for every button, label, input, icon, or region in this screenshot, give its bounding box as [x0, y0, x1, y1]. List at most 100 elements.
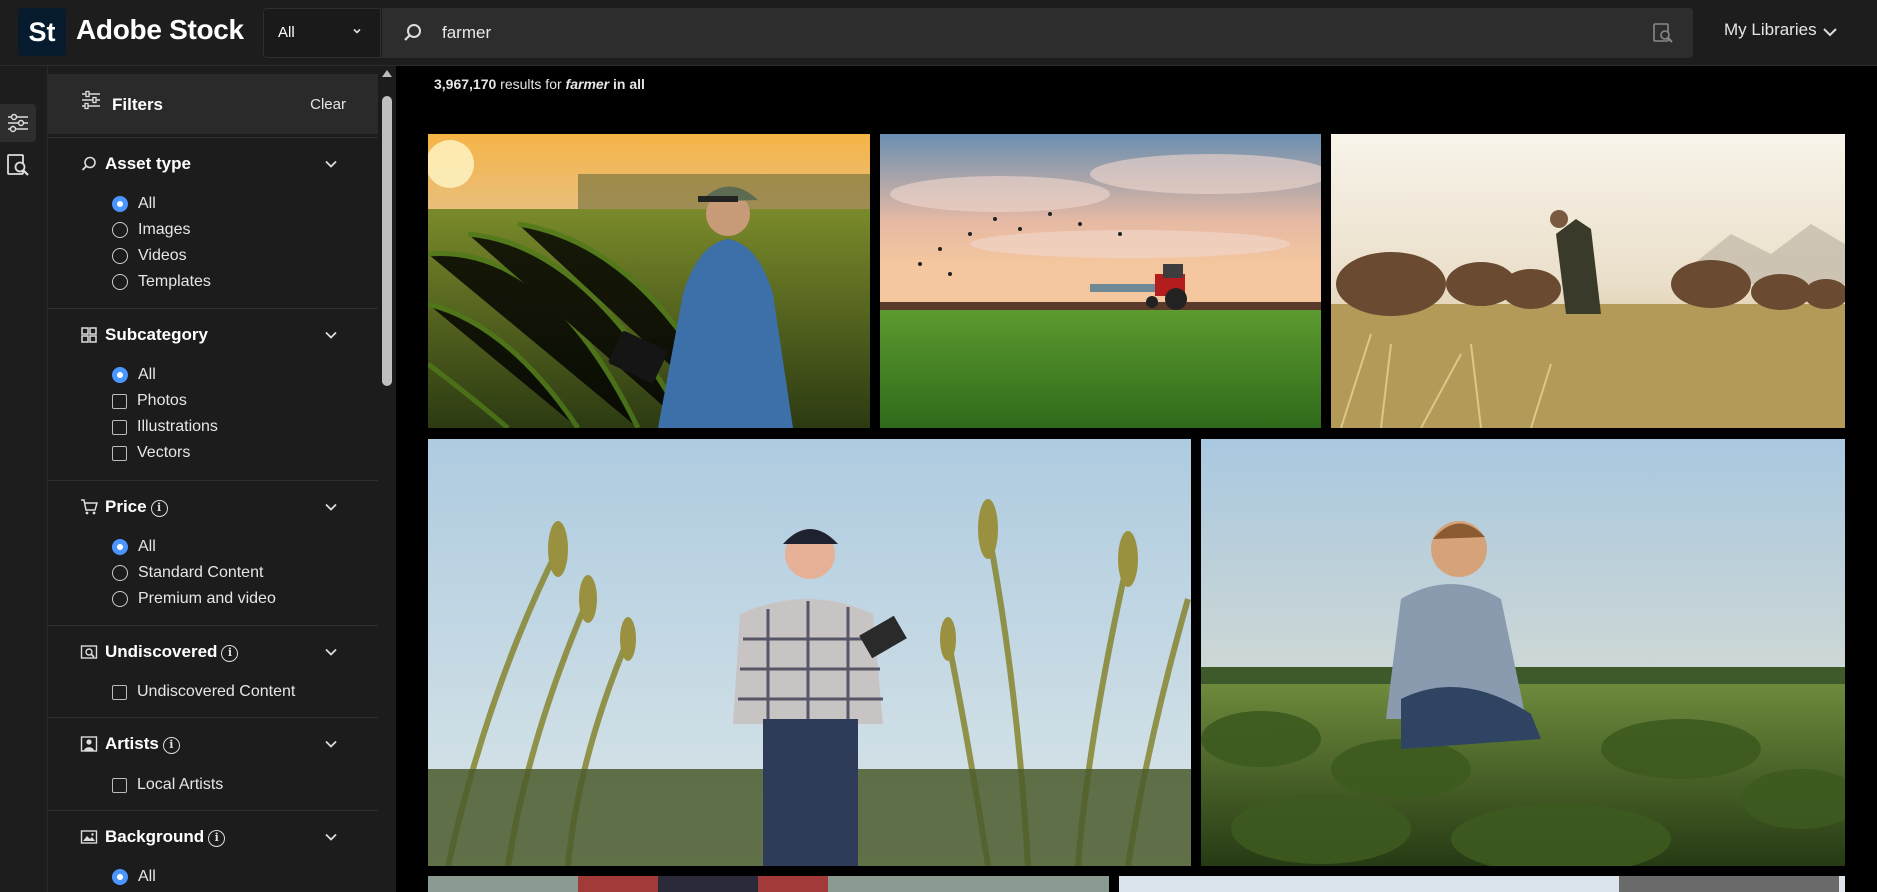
undiscovered-header[interactable]: Undiscovered i — [48, 626, 378, 676]
result-image-partial-2[interactable] — [1119, 876, 1845, 892]
checkbox[interactable] — [112, 684, 127, 700]
artists-section: Artists i Local Artists — [48, 717, 378, 810]
result-text: in all — [609, 76, 645, 92]
chevron-down-icon — [353, 28, 361, 34]
asset-type-option-templates[interactable]: Templates — [112, 271, 211, 293]
clear-filters-button[interactable]: Clear — [310, 96, 346, 113]
radio-button[interactable] — [112, 196, 128, 212]
result-image-farmer-tablet-field[interactable] — [428, 134, 870, 428]
undiscovered-title: Undiscovered i — [105, 642, 239, 662]
radio-button[interactable] — [112, 367, 128, 383]
chevron-down-icon[interactable] — [1822, 24, 1838, 40]
filters-toggle-button[interactable] — [0, 104, 36, 142]
option-label: All — [138, 538, 156, 555]
my-libraries-button[interactable]: My Libraries — [1724, 20, 1817, 40]
image-icon — [80, 830, 98, 844]
subcategory-option-all[interactable]: All — [112, 364, 156, 386]
option-label: All — [138, 195, 156, 212]
option-label: Undiscovered Content — [137, 683, 296, 700]
info-icon[interactable]: i — [221, 645, 239, 662]
option-label: Premium and video — [138, 590, 276, 607]
cart-icon — [81, 499, 98, 515]
result-image-farmer-crouching-crop[interactable] — [1201, 439, 1845, 866]
grid-icon — [81, 327, 97, 343]
radio-button[interactable] — [112, 565, 128, 581]
checkbox[interactable] — [112, 445, 127, 461]
asset-type-option-videos[interactable]: Videos — [112, 245, 187, 267]
left-rail — [0, 66, 48, 892]
tractor-photo — [880, 134, 1321, 428]
filters-scrollbar[interactable] — [378, 66, 396, 892]
price-header[interactable]: Price i — [48, 481, 378, 531]
results-count: 3,967,170 results for farmer in all — [434, 76, 645, 92]
subcategory-option-illustrations[interactable]: Illustrations — [112, 416, 218, 438]
discover-icon — [80, 645, 98, 659]
info-icon[interactable]: i — [150, 500, 168, 517]
farmer-tablet-photo — [428, 134, 870, 428]
checkbox[interactable] — [112, 419, 127, 435]
subcategory-section: Subcategory All Photos Illustrations Vec… — [48, 308, 378, 480]
option-label: Vectors — [137, 444, 191, 461]
visual-search-rail-button[interactable] — [0, 146, 36, 184]
asset-type-header[interactable]: Asset type — [48, 138, 378, 188]
visual-search-icon[interactable] — [1651, 21, 1675, 45]
option-label: Local Artists — [137, 776, 224, 793]
chevron-down-icon[interactable] — [324, 328, 338, 342]
chevron-down-icon[interactable] — [324, 645, 338, 659]
background-title-text: Background — [105, 827, 205, 846]
filters-title: Filters — [112, 95, 164, 114]
option-label: Videos — [138, 247, 187, 264]
asset-type-option-images[interactable]: Images — [112, 219, 190, 241]
result-image-tractor-field[interactable] — [880, 134, 1321, 428]
artists-title-text: Artists — [105, 734, 159, 753]
crop-field-photo — [1201, 439, 1845, 866]
background-option-all[interactable]: All — [112, 866, 156, 888]
undiscovered-section: Undiscovered i Undiscovered Content — [48, 625, 378, 717]
scroll-up-arrow-icon[interactable] — [382, 70, 392, 77]
info-icon[interactable]: i — [208, 830, 226, 847]
adobe-stock-logo[interactable]: St — [18, 8, 66, 56]
background-title: Background i — [105, 827, 226, 847]
radio-button[interactable] — [112, 869, 128, 885]
image-search-icon — [7, 154, 29, 176]
undiscovered-option[interactable]: Undiscovered Content — [112, 681, 295, 703]
radio-button[interactable] — [112, 222, 128, 238]
artists-title: Artists i — [105, 734, 180, 754]
search-bar — [382, 8, 1693, 58]
chevron-down-icon[interactable] — [324, 737, 338, 751]
radio-button[interactable] — [112, 248, 128, 264]
price-option-standard[interactable]: Standard Content — [112, 562, 263, 584]
checkbox[interactable] — [112, 393, 127, 409]
option-label: Images — [138, 221, 191, 238]
price-option-all[interactable]: All — [112, 536, 156, 558]
price-option-premium[interactable]: Premium and video — [112, 588, 276, 610]
chevron-down-icon[interactable] — [324, 157, 338, 171]
scroll-thumb[interactable] — [382, 96, 392, 386]
background-header[interactable]: Background i — [48, 811, 378, 861]
asset-type-option-all[interactable]: All — [112, 193, 156, 215]
cattle-photo — [1331, 134, 1845, 428]
chevron-down-icon[interactable] — [324, 500, 338, 514]
info-icon[interactable]: i — [162, 737, 180, 754]
result-image-partial-1[interactable] — [428, 876, 1109, 892]
option-label: Illustrations — [137, 418, 218, 435]
radio-button[interactable] — [112, 591, 128, 607]
radio-button[interactable] — [112, 539, 128, 555]
radio-button[interactable] — [112, 274, 128, 290]
search-scope-dropdown[interactable]: All — [263, 8, 381, 58]
search-input[interactable] — [442, 20, 1592, 46]
artists-header[interactable]: Artists i — [48, 718, 378, 768]
result-image-farmer-cattle[interactable] — [1331, 134, 1845, 428]
result-image-farmer-wheat-tablet[interactable] — [428, 439, 1191, 866]
brand-name[interactable]: Adobe Stock — [76, 14, 244, 46]
subcategory-header[interactable]: Subcategory — [48, 309, 378, 359]
option-label: Standard Content — [138, 564, 264, 581]
partial-photo — [428, 876, 1109, 892]
checkbox[interactable] — [112, 777, 127, 793]
chevron-down-icon[interactable] — [324, 830, 338, 844]
subcategory-option-vectors[interactable]: Vectors — [112, 442, 190, 464]
subcategory-option-photos[interactable]: Photos — [112, 390, 187, 412]
artists-option-local[interactable]: Local Artists — [112, 774, 223, 796]
result-term: farmer — [565, 76, 610, 92]
result-number: 3,967,170 — [434, 76, 497, 92]
